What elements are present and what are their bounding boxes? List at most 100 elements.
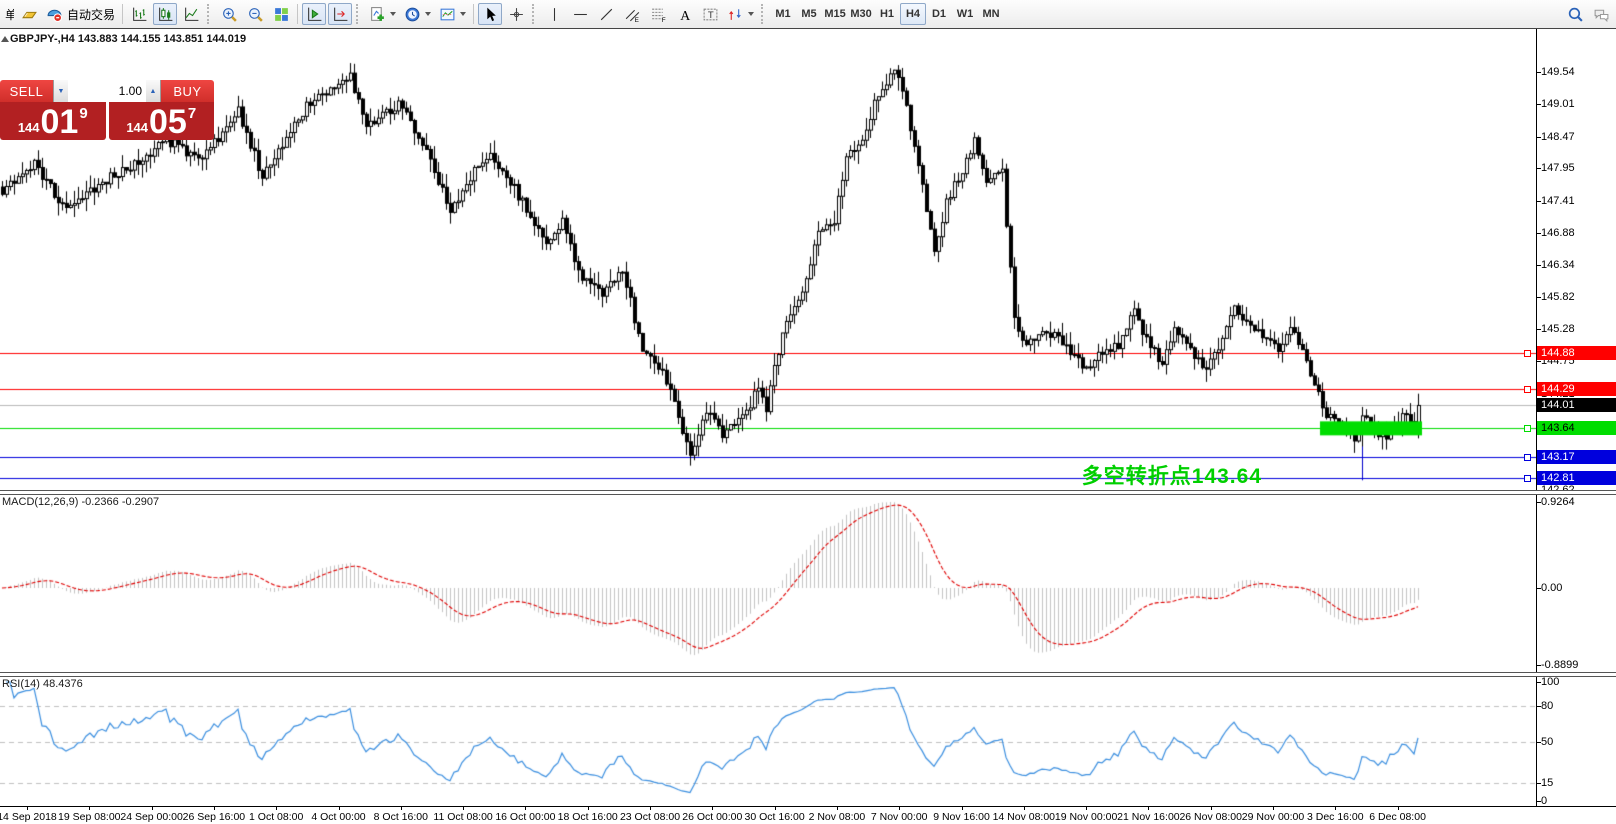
arrows-button[interactable] [724, 3, 757, 25]
periods-button[interactable] [401, 3, 434, 25]
time-axis-tick [1335, 807, 1336, 810]
chat-button[interactable] [1589, 3, 1613, 25]
horizontal-line-button[interactable] [568, 3, 592, 25]
price-axis-label: 146.34 [1541, 259, 1615, 271]
line-chart-button[interactable] [179, 3, 203, 25]
time-axis-tick [152, 807, 153, 810]
crosshair-button[interactable] [504, 3, 528, 25]
panel-separator[interactable] [0, 672, 1616, 677]
line-anchor-square[interactable] [1524, 425, 1531, 432]
new-order-button[interactable]: 单 [1, 3, 15, 25]
price-badge: 144.29 [1537, 382, 1616, 396]
timeframe-m15-button[interactable]: M15 [822, 3, 848, 25]
rsi-axis-label: 15 [1541, 777, 1615, 789]
price-badge: 144.01 [1537, 398, 1616, 412]
line-anchor-square[interactable] [1524, 386, 1531, 393]
chevron-down-icon[interactable] [748, 12, 754, 16]
fibonacci-button[interactable]: F [646, 3, 670, 25]
timeframe-mn-button[interactable]: MN [978, 3, 1004, 25]
fibonacci-icon: F [650, 6, 667, 23]
rsi-axis-label: 50 [1541, 736, 1615, 748]
line-anchor-square[interactable] [1524, 475, 1531, 482]
gold-icon [21, 6, 38, 23]
volume-decrease-button[interactable]: ▼ [54, 80, 68, 102]
price-axis-label: 148.47 [1541, 131, 1615, 143]
time-axis-label: 23 Oct 08:00 [620, 811, 680, 823]
bar-chart-icon [131, 6, 148, 23]
toolbar-separator [761, 4, 767, 24]
zoom-out-button[interactable] [243, 3, 267, 25]
templates-button[interactable] [436, 3, 469, 25]
candlestick-chart[interactable] [0, 28, 1536, 490]
line-chart-icon [183, 6, 200, 23]
cursor-button[interactable] [478, 3, 502, 25]
candlestick-chart-button[interactable] [153, 3, 177, 25]
time-axis-tick [1273, 807, 1274, 810]
volume-increase-button[interactable]: ▲ [146, 80, 160, 102]
autotrade-button[interactable]: 自动交易 [43, 3, 118, 25]
time-axis-label: 26 Oct 00:00 [682, 811, 742, 823]
price-badge: 144.88 [1537, 346, 1616, 360]
vertical-line-button[interactable] [542, 3, 566, 25]
bid-pip: 9 [79, 105, 87, 122]
zoom-out-icon [247, 6, 264, 23]
ask-pip: 7 [188, 105, 196, 122]
bid-price[interactable]: 144 01 9 [0, 102, 106, 140]
svg-text:T: T [707, 10, 713, 21]
gold-button[interactable] [17, 3, 41, 25]
svg-text:单: 单 [5, 8, 15, 21]
time-axis-tick [899, 807, 900, 810]
tile-windows-button[interactable] [269, 3, 293, 25]
timeframe-m5-button[interactable]: M5 [796, 3, 822, 25]
volume-stepper: ▼ ▲ [53, 80, 161, 102]
time-axis-tick [650, 807, 651, 810]
candlestick-icon [157, 6, 174, 23]
equidistant-channel-button[interactable]: E [620, 3, 644, 25]
time-axis-label: 11 Oct 08:00 [433, 811, 492, 823]
timeframe-w1-button[interactable]: W1 [952, 3, 978, 25]
ask-prefix: 144 [126, 120, 148, 135]
panel-separator[interactable] [0, 490, 1616, 495]
macd-axis-label: 0.9264 [1541, 496, 1615, 508]
time-axis-label: 19 Nov 00:00 [1055, 811, 1117, 823]
zoom-in-button[interactable] [217, 3, 241, 25]
timeframe-m30-button[interactable]: M30 [848, 3, 874, 25]
trade-panel-header: SELL ▼ ▲ BUY [0, 80, 214, 102]
templates-icon [439, 6, 456, 23]
ask-price[interactable]: 144 05 7 [109, 102, 215, 140]
auto-scroll-button[interactable] [302, 3, 326, 25]
rsi-chart[interactable] [0, 675, 1536, 806]
timeframe-d1-button[interactable]: D1 [926, 3, 952, 25]
text-button[interactable]: A [672, 3, 696, 25]
macd-chart[interactable] [0, 493, 1536, 672]
chevron-down-icon[interactable] [425, 12, 431, 16]
price-badge: 142.81 [1537, 471, 1616, 485]
line-anchor-square[interactable] [1524, 350, 1531, 357]
trendline-button[interactable] [594, 3, 618, 25]
timeframe-h1-button[interactable]: H1 [874, 3, 900, 25]
chart-shift-button[interactable] [328, 3, 352, 25]
time-axis-label: 2 Nov 08:00 [809, 811, 866, 823]
time-axis-tick [1398, 807, 1399, 810]
cursor-icon [482, 6, 499, 23]
chevron-down-icon[interactable] [390, 12, 396, 16]
time-axis-label: 1 Oct 08:00 [249, 811, 303, 823]
line-anchor-square[interactable] [1524, 454, 1531, 461]
time-axis-label: 14 Sep 2018 [0, 811, 57, 823]
time-axis-label: 6 Dec 08:00 [1369, 811, 1426, 823]
timeframe-m1-button[interactable]: M1 [770, 3, 796, 25]
macd-label: MACD(12,26,9) -0.2366 -0.2907 [2, 496, 159, 508]
toolbar-separator [297, 4, 298, 24]
chevron-down-icon[interactable] [460, 12, 466, 16]
price-badge: 143.17 [1537, 450, 1616, 464]
bar-chart-button[interactable] [127, 3, 151, 25]
zoom-in-icon [221, 6, 238, 23]
buy-button[interactable]: BUY [161, 80, 214, 102]
search-button[interactable] [1563, 3, 1587, 25]
indicators-button[interactable] [366, 3, 399, 25]
text-label-button[interactable]: T [698, 3, 722, 25]
time-axis-tick [401, 807, 402, 810]
timeframe-h4-button[interactable]: H4 [900, 3, 926, 25]
sell-button[interactable]: SELL [0, 80, 53, 102]
volume-input[interactable] [68, 80, 146, 102]
